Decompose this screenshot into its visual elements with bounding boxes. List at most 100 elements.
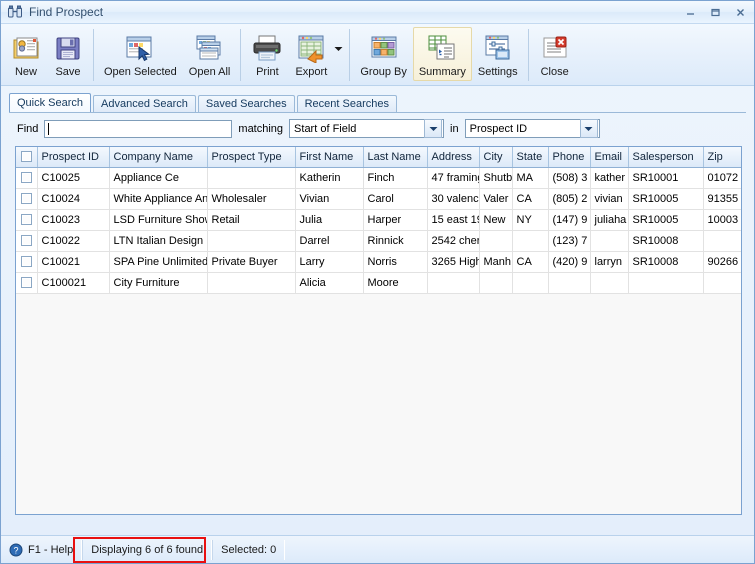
- select-all-header[interactable]: [16, 147, 38, 168]
- matching-dropdown[interactable]: Start of Field: [289, 119, 445, 138]
- maximize-icon[interactable]: [704, 4, 727, 21]
- row-checkbox[interactable]: [20, 171, 32, 183]
- table-row[interactable]: C10023 LSD Furniture Show Retail Julia H…: [16, 209, 741, 231]
- table-row[interactable]: C10025 Appliance Ce Katherin Finch 47 fr…: [16, 167, 741, 189]
- open-all-button-label: Open All: [188, 66, 231, 78]
- cell-prospect-id: C10023: [37, 209, 110, 231]
- new-record-icon: [11, 31, 41, 65]
- cell-zip: [703, 272, 741, 294]
- cell-company-name: White Appliance An: [109, 188, 208, 210]
- cell-salesperson: SR10001: [628, 167, 704, 189]
- results-grid[interactable]: Prospect ID Company Name Prospect Type F…: [15, 146, 742, 515]
- cell-state: [512, 272, 549, 294]
- matching-label: matching: [238, 122, 284, 135]
- column-header-company-name[interactable]: Company Name: [109, 147, 208, 168]
- column-header-first-name[interactable]: First Name: [295, 147, 364, 168]
- search-tabs: Quick Search Advanced Search Saved Searc…: [9, 92, 754, 112]
- toolbar: New Save Open Selected Open All Print Ex…: [1, 24, 754, 86]
- row-checkbox[interactable]: [20, 276, 32, 288]
- row-select-cell[interactable]: [16, 188, 38, 210]
- select-all-checkbox[interactable]: [20, 150, 32, 162]
- settings-button[interactable]: Settings: [472, 27, 524, 81]
- summary-icon: [426, 31, 458, 65]
- group-by-icon: [368, 31, 400, 65]
- tab-advanced-search[interactable]: Advanced Search: [93, 95, 196, 112]
- cell-salesperson: SR10008: [628, 251, 704, 273]
- chevron-down-icon[interactable]: [579, 119, 598, 138]
- chevron-down-icon[interactable]: [333, 44, 343, 54]
- cell-zip: 90266: [703, 251, 741, 273]
- row-checkbox[interactable]: [20, 213, 32, 225]
- close-icon[interactable]: [729, 4, 752, 21]
- row-select-cell[interactable]: [16, 167, 38, 189]
- column-header-salesperson[interactable]: Salesperson: [628, 147, 704, 168]
- cell-first-name: Alicia: [295, 272, 364, 294]
- table-row[interactable]: C10021 SPA Pine Unlimited Private Buyer …: [16, 251, 741, 273]
- column-header-prospect-id[interactable]: Prospect ID: [37, 147, 110, 168]
- cell-phone: (420) 9: [548, 251, 591, 273]
- column-header-email[interactable]: Email: [590, 147, 629, 168]
- selected-count-status: Selected: 0: [212, 539, 286, 560]
- column-header-state[interactable]: State: [512, 147, 549, 168]
- group-by-button[interactable]: Group By: [354, 27, 412, 81]
- cell-phone: (508) 3: [548, 167, 591, 189]
- toolbar-separator-4: [527, 29, 529, 81]
- row-checkbox[interactable]: [20, 255, 32, 267]
- new-button-label: New: [14, 66, 37, 78]
- column-header-prospect-type[interactable]: Prospect Type: [207, 147, 296, 168]
- open-selected-button[interactable]: Open Selected: [98, 27, 183, 81]
- tab-recent-searches[interactable]: Recent Searches: [296, 95, 397, 112]
- cell-state: MA: [512, 167, 549, 189]
- table-row[interactable]: C100021 City Furniture Alicia Moore: [16, 272, 741, 294]
- save-button[interactable]: Save: [47, 27, 89, 81]
- table-row[interactable]: C10024 White Appliance An Wholesaler Viv…: [16, 188, 741, 210]
- print-button[interactable]: Print: [245, 27, 289, 81]
- displaying-count-status: Displaying 6 of 6 found: [82, 539, 213, 560]
- export-button[interactable]: Export: [289, 27, 333, 81]
- close-button-label: Close: [540, 66, 569, 78]
- row-select-cell[interactable]: [16, 209, 38, 231]
- column-header-last-name[interactable]: Last Name: [363, 147, 428, 168]
- row-select-cell[interactable]: [16, 230, 38, 252]
- tab-quick-search[interactable]: Quick Search: [9, 93, 92, 112]
- cell-address: 47 framing: [427, 167, 480, 189]
- summary-button[interactable]: Summary: [412, 27, 472, 81]
- field-dropdown[interactable]: Prospect ID: [464, 119, 600, 138]
- tab-saved-searches[interactable]: Saved Searches: [197, 95, 295, 112]
- column-header-zip[interactable]: Zip: [703, 147, 741, 168]
- cell-last-name: Norris: [363, 251, 428, 273]
- search-input[interactable]: [44, 119, 233, 138]
- row-checkbox[interactable]: [20, 234, 32, 246]
- cell-address: 2542 cher: [427, 230, 480, 252]
- tab-recent-searches-label: Recent Searches: [304, 98, 389, 110]
- column-header-city[interactable]: City: [479, 147, 513, 168]
- column-header-address[interactable]: Address: [427, 147, 480, 168]
- help-label: F1 - Help: [28, 543, 74, 556]
- cell-last-name: Rinnick: [363, 230, 428, 252]
- new-button[interactable]: New: [5, 27, 47, 81]
- cell-email: vivian: [590, 188, 629, 210]
- row-select-cell[interactable]: [16, 251, 38, 273]
- cell-company-name: LSD Furniture Show: [109, 209, 208, 231]
- close-button[interactable]: Close: [533, 27, 577, 81]
- toolbar-separator-2: [240, 29, 242, 81]
- open-all-button[interactable]: Open All: [183, 27, 237, 81]
- row-checkbox[interactable]: [20, 192, 32, 204]
- chevron-down-icon[interactable]: [424, 119, 443, 138]
- cell-city: Manh: [479, 251, 513, 273]
- help-status-item[interactable]: ? F1 - Help: [5, 539, 83, 560]
- column-header-phone[interactable]: Phone: [548, 147, 591, 168]
- displaying-count-label: Displaying 6 of 6 found: [91, 543, 204, 556]
- table-row[interactable]: C10022 LTN Italian Design Darrel Rinnick…: [16, 230, 741, 252]
- cell-last-name: Finch: [363, 167, 428, 189]
- cell-state: CA: [512, 188, 549, 210]
- row-select-cell[interactable]: [16, 272, 38, 294]
- cell-phone: [548, 272, 591, 294]
- svg-text:?: ?: [13, 545, 18, 555]
- cell-salesperson: SR10005: [628, 209, 704, 231]
- toolbar-separator-1: [93, 29, 94, 81]
- cell-phone: (147) 9: [548, 209, 591, 231]
- minimize-icon[interactable]: [679, 4, 702, 21]
- results-table: Prospect ID Company Name Prospect Type F…: [16, 147, 741, 294]
- cell-first-name: Julia: [295, 209, 364, 231]
